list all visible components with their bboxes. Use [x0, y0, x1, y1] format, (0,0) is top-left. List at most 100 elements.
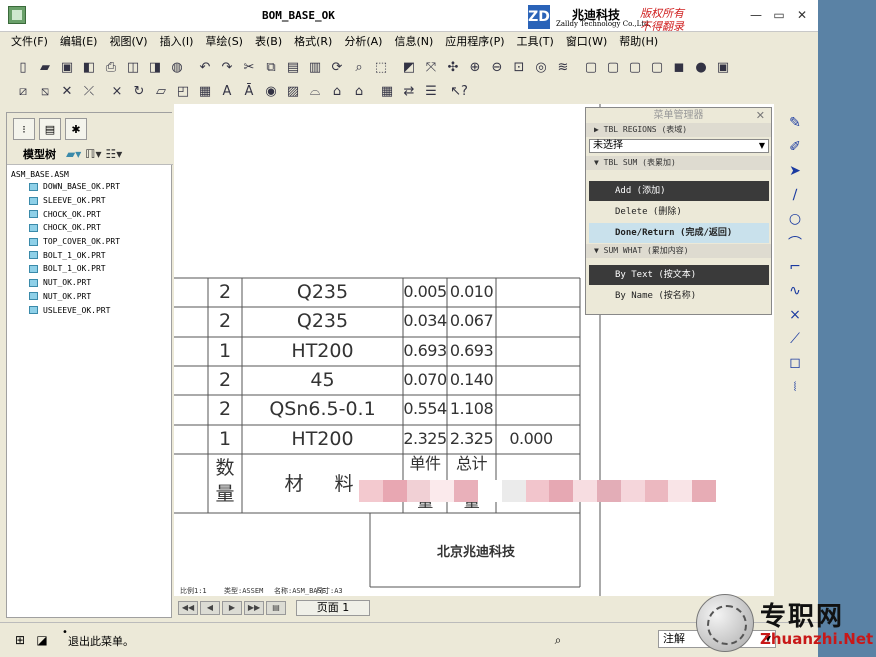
menu-option-add[interactable]: Add (添加): [589, 181, 769, 201]
tree-item[interactable]: BOLT_1_OK.PRT: [7, 262, 171, 276]
table-update-icon[interactable]: ⇄: [398, 80, 420, 102]
redo-icon[interactable]: ↷: [216, 56, 238, 78]
open-folder-icon[interactable]: ▰: [34, 56, 56, 78]
new-page-icon[interactable]: ▤: [266, 601, 286, 615]
fillet-icon[interactable]: ⌐: [784, 256, 806, 278]
tbl-regions-header[interactable]: ▶ TBL REGIONS (表域): [586, 123, 771, 137]
point-icon[interactable]: ×: [784, 304, 806, 326]
next-page-icon[interactable]: ▶: [222, 601, 242, 615]
note-leader-icon[interactable]: Ā: [238, 80, 260, 102]
copy-icon[interactable]: ⧉: [260, 56, 282, 78]
folder-browser-tab-icon[interactable]: ▤: [39, 118, 61, 140]
refresh-icon[interactable]: ↻: [128, 80, 150, 102]
table-repeat-icon[interactable]: ☰: [420, 80, 442, 102]
undo-icon[interactable]: ↶: [194, 56, 216, 78]
menu-format[interactable]: 格式(R): [291, 32, 341, 52]
find-icon[interactable]: ⌕: [348, 56, 370, 78]
repaint-icon[interactable]: ◩: [398, 56, 420, 78]
tree-item[interactable]: USLEEVE_OK.PRT: [7, 303, 171, 317]
view-projection-icon[interactable]: ⌂: [348, 80, 370, 102]
hatch-icon[interactable]: ▨: [282, 80, 304, 102]
menu-option-by-name[interactable]: By Name (按名称): [589, 286, 769, 306]
tbl-sum-header[interactable]: ▼ TBL SUM (表累加): [586, 156, 771, 170]
menu-option-by-text[interactable]: By Text (按文本): [589, 265, 769, 285]
edit-entity-icon[interactable]: ✐: [784, 136, 806, 158]
tree-root-assembly[interactable]: ASM_BASE.ASM: [7, 167, 171, 180]
menu-option-done-return[interactable]: Done/Return (完成/返回): [589, 223, 769, 243]
refit-icon[interactable]: ✣: [442, 56, 464, 78]
trim-icon[interactable]: ◻: [784, 352, 806, 374]
tree-item[interactable]: CHOCK_OK.PRT: [7, 221, 171, 235]
view-icon[interactable]: ⌂: [326, 80, 348, 102]
menu-option-delete[interactable]: Delete (删除): [589, 202, 769, 222]
line-icon[interactable]: ∕: [784, 184, 806, 206]
tree-item[interactable]: NUT_OK.PRT: [7, 290, 171, 304]
tbl-regions-select[interactable]: 未选择 ▼: [589, 139, 769, 153]
paste-special-icon[interactable]: ▥: [304, 56, 326, 78]
coord-sys-icon[interactable]: ⤫: [78, 80, 100, 102]
mirror-icon[interactable]: ⧙: [784, 376, 806, 398]
shading-icon[interactable]: ▢: [646, 56, 668, 78]
tree-item[interactable]: DOWN_BASE_OK.PRT: [7, 180, 171, 194]
wireframe-icon[interactable]: ▢: [580, 56, 602, 78]
first-page-icon[interactable]: ◀◀: [178, 601, 198, 615]
model-display-icon[interactable]: ▣: [712, 56, 734, 78]
email-icon[interactable]: ◍: [166, 56, 188, 78]
sheet-setup-icon[interactable]: ◰: [172, 80, 194, 102]
filter-dropdown-icon[interactable]: ☷▾: [105, 147, 122, 161]
navigator-toggle-icon[interactable]: ⊞: [10, 630, 30, 650]
delete-icon[interactable]: ×: [106, 80, 128, 102]
zoom-out-icon[interactable]: ⊖: [486, 56, 508, 78]
menu-window[interactable]: 窗口(W): [563, 32, 616, 52]
page-tab-1[interactable]: 页面 1: [296, 600, 370, 616]
note-icon[interactable]: A: [216, 80, 238, 102]
menu-view[interactable]: 视图(V): [106, 32, 156, 52]
menu-edit[interactable]: 编辑(E): [57, 32, 107, 52]
select-arrow-icon[interactable]: ➤: [784, 160, 806, 182]
table-insert-icon[interactable]: ▦: [376, 80, 398, 102]
circle-icon[interactable]: ○: [784, 208, 806, 230]
last-page-icon[interactable]: ▶▶: [244, 601, 264, 615]
arc-icon[interactable]: ⌒: [784, 232, 806, 254]
draft-entity-icon[interactable]: ✎: [784, 112, 806, 134]
symbol-icon[interactable]: ◉: [260, 80, 282, 102]
regenerate-icon[interactable]: ⟳: [326, 56, 348, 78]
zoom-fit-icon[interactable]: ⊡: [508, 56, 530, 78]
print-preview-icon[interactable]: ◫: [122, 56, 144, 78]
table-icon[interactable]: ▦: [194, 80, 216, 102]
tree-item[interactable]: SLEEVE_OK.PRT: [7, 194, 171, 208]
context-help-icon[interactable]: ↖?: [448, 80, 470, 102]
menu-insert[interactable]: 插入(I): [157, 32, 203, 52]
close-button[interactable]: ✕: [794, 8, 810, 22]
datum-plane-icon[interactable]: ⧄: [12, 80, 34, 102]
model-tree-tab-icon[interactable]: ⁝: [13, 118, 35, 140]
settings-dropdown-icon[interactable]: ℿ▾: [85, 147, 101, 161]
browser-toggle-icon[interactable]: ◪: [32, 630, 52, 650]
print-icon[interactable]: ⎙: [100, 56, 122, 78]
spline-icon[interactable]: ∿: [784, 280, 806, 302]
view-manager-icon[interactable]: ◎: [530, 56, 552, 78]
find-binoculars-icon[interactable]: ⌕: [548, 630, 568, 650]
paste-icon[interactable]: ▤: [282, 56, 304, 78]
menu-info[interactable]: 信息(N): [391, 32, 442, 52]
restore-button[interactable]: ▭: [771, 8, 787, 22]
cut-icon[interactable]: ✂: [238, 56, 260, 78]
menu-manager-close-icon[interactable]: ✕: [756, 108, 765, 123]
menu-help[interactable]: 帮助(H): [616, 32, 667, 52]
enhanced-realism-icon[interactable]: ◼: [668, 56, 690, 78]
show-dropdown-icon[interactable]: ▰▾: [66, 147, 81, 161]
tree-item[interactable]: TOP_COVER_OK.PRT: [7, 235, 171, 249]
selection-box-icon[interactable]: ⬚: [370, 56, 392, 78]
app-icon[interactable]: [8, 6, 26, 24]
no-hidden-icon[interactable]: ▢: [624, 56, 646, 78]
offset-icon[interactable]: ⟋: [784, 328, 806, 350]
minimize-button[interactable]: —: [748, 8, 764, 22]
surface-finish-icon[interactable]: ⌓: [304, 80, 326, 102]
zoom-in-icon[interactable]: ⊕: [464, 56, 486, 78]
menu-analysis[interactable]: 分析(A): [341, 32, 391, 52]
menu-file[interactable]: 文件(F): [8, 32, 57, 52]
new-file-icon[interactable]: ▯: [12, 56, 34, 78]
datum-axis-icon[interactable]: ⧅: [34, 80, 56, 102]
menu-tools[interactable]: 工具(T): [514, 32, 563, 52]
save-icon[interactable]: ▣: [56, 56, 78, 78]
